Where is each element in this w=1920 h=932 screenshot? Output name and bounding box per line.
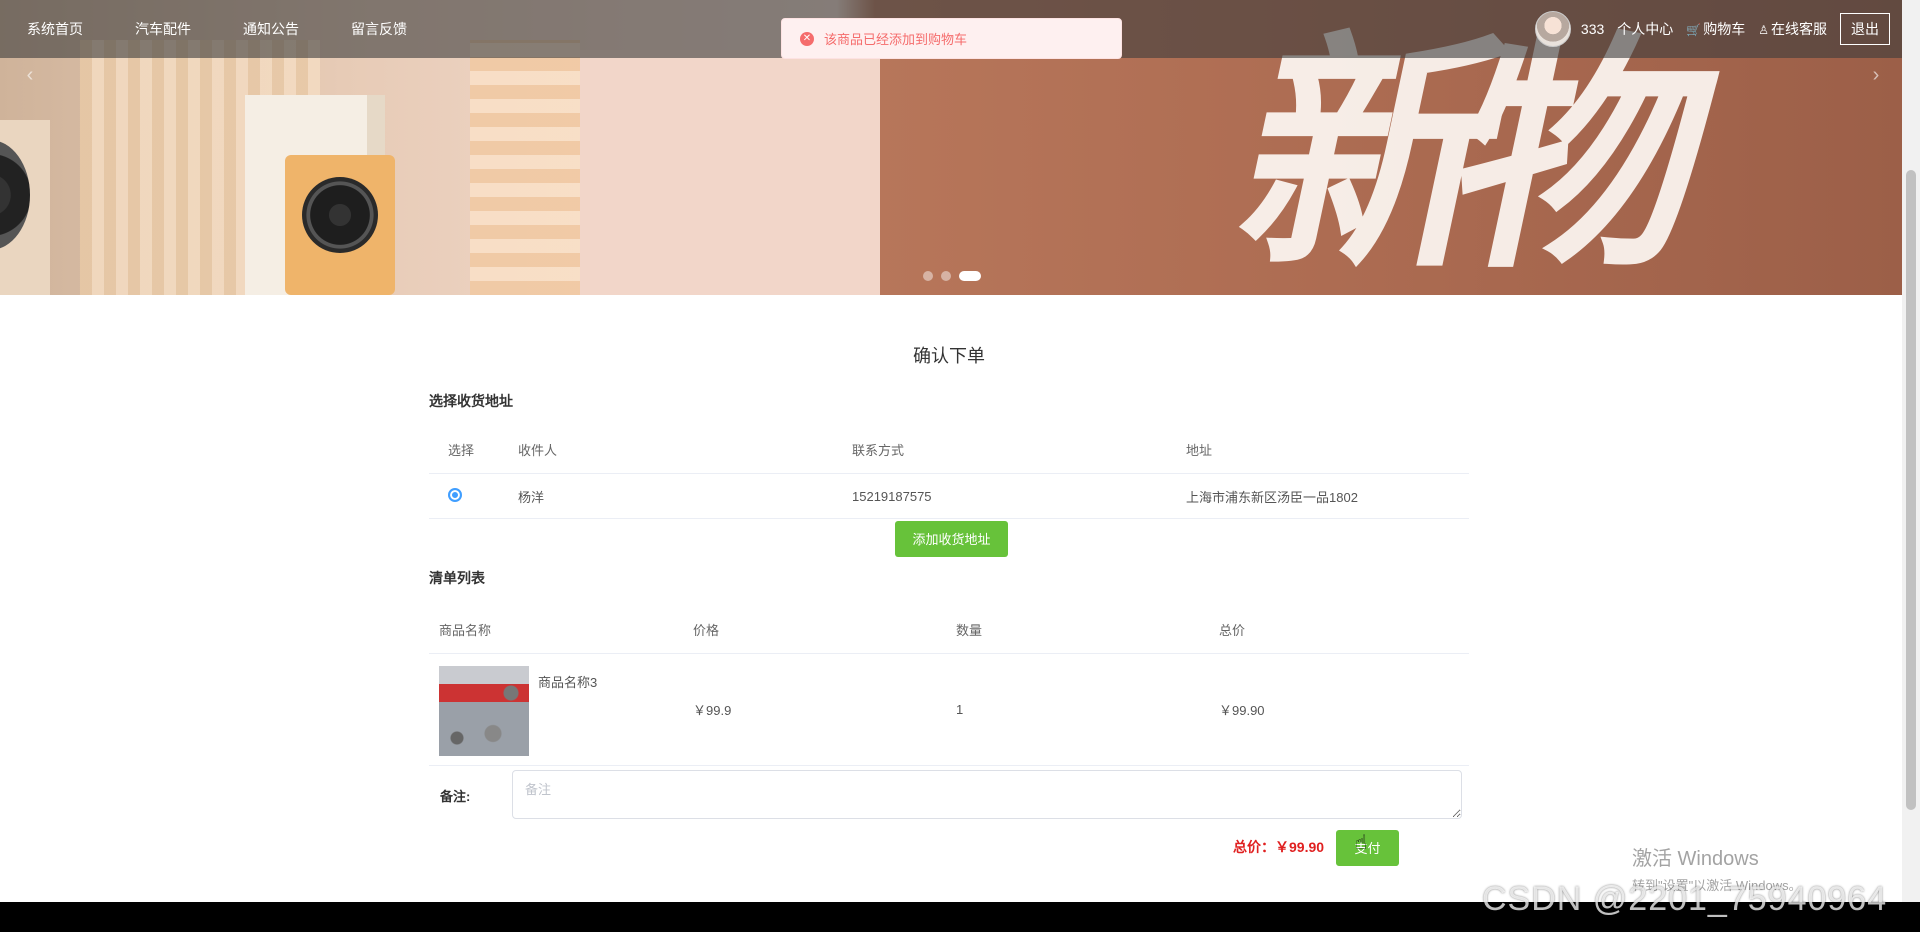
- hand-cursor-icon: ☝: [1355, 832, 1368, 854]
- col-address: 地址: [1185, 425, 1469, 474]
- address-table: 选择 收件人 联系方式 地址 杨洋 15219187575 上海市浦东新区汤臣一…: [429, 425, 1469, 519]
- table-row[interactable]: 杨洋 15219187575 上海市浦东新区汤臣一品1802: [429, 473, 1469, 519]
- pay-button[interactable]: 支付: [1336, 830, 1399, 866]
- error-circle-icon: ✕: [800, 31, 814, 46]
- order-total: 总价：￥99.90: [1233, 839, 1325, 855]
- product-name: 商品名称3: [538, 675, 598, 690]
- col-quantity: 数量: [955, 605, 1218, 654]
- items-section-title: 清单列表: [429, 570, 485, 586]
- product-price: ￥99.9: [692, 653, 955, 766]
- nav-home[interactable]: 系统首页: [27, 0, 83, 58]
- online-service-link[interactable]: ♙ 在线客服: [1758, 19, 1827, 39]
- carousel-indicators: [923, 271, 981, 281]
- speaker-image: [0, 120, 50, 295]
- recipient-address: 上海市浦东新区汤臣一品1802: [1185, 473, 1469, 519]
- cart-link[interactable]: 🛒 购物车: [1686, 19, 1745, 39]
- username[interactable]: 333: [1581, 21, 1604, 37]
- error-toast: ✕ 该商品已经添加到购物车: [781, 18, 1122, 59]
- table-header-row: 选择 收件人 联系方式 地址: [429, 425, 1469, 474]
- product-cell: 商品名称3: [429, 653, 692, 766]
- table-header-row: 商品名称 价格 数量 总价: [429, 605, 1469, 654]
- col-recipient: 收件人: [517, 425, 851, 474]
- avatar[interactable]: [1534, 11, 1571, 47]
- col-price: 价格: [692, 605, 955, 654]
- speaker-image: [285, 155, 395, 295]
- recipient-name: 杨洋: [517, 473, 851, 519]
- carousel-dot-active[interactable]: [959, 271, 981, 281]
- cart-icon: 🛒: [1686, 23, 1702, 37]
- banner-decoration: [580, 50, 880, 295]
- address-radio-cell[interactable]: [429, 473, 517, 519]
- carousel-next-icon[interactable]: ›: [1860, 60, 1892, 92]
- user-menu: 333 个人中心 🛒 购物车 ♙ 在线客服 退出: [1534, 0, 1902, 58]
- col-product-name: 商品名称: [429, 605, 692, 654]
- page-title: 确认下单: [913, 346, 985, 366]
- nav-auto-parts[interactable]: 汽车配件: [135, 0, 191, 58]
- page-scrollbar[interactable]: [1902, 0, 1920, 902]
- service-label: 在线客服: [1771, 21, 1827, 37]
- address-radio[interactable]: [448, 487, 462, 502]
- cart-label: 购物车: [1703, 21, 1746, 37]
- add-address-button[interactable]: 添加收货地址: [895, 521, 1008, 557]
- csdn-watermark: CSDN @2201_75940964: [1482, 880, 1888, 918]
- address-section-title: 选择收货地址: [429, 393, 513, 409]
- user-icon: ♙: [1758, 23, 1769, 37]
- col-total: 总价: [1218, 605, 1469, 654]
- product-subtotal: ￥99.90: [1218, 653, 1469, 766]
- banner-decoration: [470, 40, 580, 295]
- main-menu: 系统首页 汽车配件 通知公告 留言反馈: [27, 0, 459, 58]
- nav-notices[interactable]: 通知公告: [243, 0, 299, 58]
- nav-feedback[interactable]: 留言反馈: [351, 0, 407, 58]
- personal-center-link[interactable]: 个人中心: [1617, 19, 1673, 39]
- col-select: 选择: [429, 425, 517, 474]
- logout-button[interactable]: 退出: [1840, 13, 1890, 45]
- product-quantity: 1: [955, 653, 1218, 766]
- recipient-phone: 15219187575: [851, 473, 1185, 519]
- remark-input[interactable]: [512, 770, 1462, 819]
- toast-message: 该商品已经添加到购物车: [824, 32, 968, 47]
- col-phone: 联系方式: [851, 425, 1185, 474]
- table-row: 商品名称3 ￥99.9 1 ￥99.90: [429, 653, 1469, 766]
- carousel-dot[interactable]: [923, 271, 933, 281]
- carousel-prev-icon[interactable]: ‹: [14, 60, 46, 92]
- scrollbar-thumb[interactable]: [1906, 170, 1916, 810]
- items-table: 商品名称 价格 数量 总价 商品名称3 ￥99.9 1 ￥99.90: [429, 605, 1469, 766]
- windows-watermark-line1: 激活 Windows: [1632, 848, 1759, 870]
- remark-label: 备注:: [440, 789, 471, 804]
- product-thumbnail[interactable]: [439, 666, 529, 756]
- carousel-dot[interactable]: [941, 271, 951, 281]
